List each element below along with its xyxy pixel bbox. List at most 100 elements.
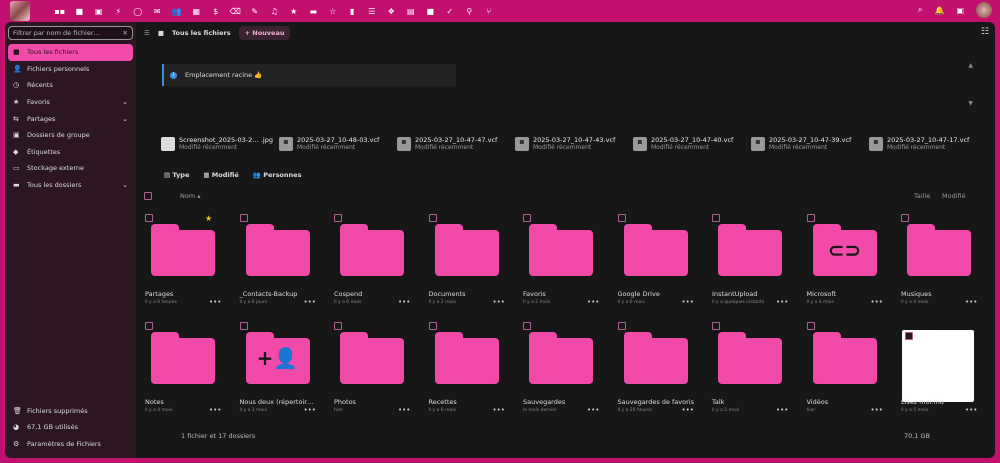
more-actions-icon[interactable]: ••• [965,406,977,414]
activity-icon[interactable]: ⚡ [109,7,129,16]
scroll-up-icon[interactable]: ▲ [968,62,973,69]
more-actions-icon[interactable]: ••• [587,298,599,306]
recent-file[interactable]: ▪ 2025-03-27_10-48-03.vcf Modifié récemmen… [279,136,397,151]
folder-tile[interactable]: Favoris Il y a 2 mois ••• [521,214,609,319]
select-checkbox[interactable] [905,332,913,340]
logo-avatar[interactable] [10,1,30,21]
new-button[interactable]: + Nouveau [238,26,291,40]
more-actions-icon[interactable]: ••• [776,406,788,414]
toggle-sidebar-icon[interactable]: ☰ [144,29,150,37]
notes-icon[interactable]: ✎ [245,7,265,16]
folder-tile[interactable]: Vidéos hier ••• [805,322,893,427]
sidebar-item[interactable]: ⚙ Paramètres de Fichiers [8,435,133,452]
folder-tile[interactable]: Recettes Il y a 6 mois ••• [427,322,515,427]
more-actions-icon[interactable]: ••• [871,298,883,306]
file-tile[interactable]: Lisez moi.md Il y a 5 mois ••• [899,322,987,427]
more-actions-icon[interactable]: ••• [209,406,221,414]
select-checkbox[interactable] [239,214,248,222]
folder-tile[interactable]: Sauvegardes le mois dernier ••• [521,322,609,427]
select-checkbox[interactable] [523,322,531,330]
rating-icon[interactable]: ☆ [323,7,343,16]
grid-view-icon[interactable]: ☷ [981,27,989,37]
folder-tile[interactable]: Sauvegardes de favoris Il y a 20 heures ••… [616,322,704,427]
forms-icon[interactable]: ▤ [401,7,421,16]
sidebar-item[interactable]: 👤 Fichiers personnels [8,61,133,78]
deck-icon[interactable]: ▬ [304,7,324,16]
select-all-checkbox[interactable] [144,192,152,200]
cleanup-icon[interactable]: ⌫ [226,7,246,16]
folder-tile[interactable]: Google Drive Il y a 6 mois ••• [616,214,704,319]
select-checkbox[interactable] [617,322,626,330]
more-actions-icon[interactable]: ••• [682,298,694,306]
select-checkbox[interactable] [239,322,248,330]
select-checkbox[interactable] [523,214,531,222]
analytics-icon[interactable]: ▮ [343,7,363,16]
recent-file[interactable]: ▪ 2025-03-27_10-47-43.vcf Modifié récemmen… [515,136,633,151]
folder-tile[interactable]: Notes Il y a 4 mois ••• [143,322,231,427]
recent-file[interactable]: ▪ 2025-03-27_10-47-47.vcf Modifié récemmen… [397,136,515,151]
more-actions-icon[interactable]: ••• [587,406,599,414]
chevron-down-icon[interactable]: ⌄ [122,115,128,123]
bookmarks-icon[interactable]: ❖ [382,7,402,16]
user-avatar[interactable] [976,2,992,18]
sidebar-item[interactable]: ▬ Tous les dossiers ⌄ [8,177,133,194]
bell-icon[interactable]: 🔔 [934,6,944,15]
folder-tile[interactable]: Musiques Il y a 4 mois ••• [899,214,987,319]
select-checkbox[interactable] [145,322,153,330]
select-checkbox[interactable] [334,322,342,330]
select-checkbox[interactable] [145,214,153,222]
talk-icon[interactable]: ◯ [128,7,148,16]
folder-tile[interactable]: Cospend Il y a 6 mois ••• [332,214,420,319]
files-icon[interactable]: ■ [70,7,90,16]
select-checkbox[interactable] [712,214,720,222]
calendar-icon[interactable]: ▦ [187,7,207,16]
sidebar-item[interactable]: ⇆ Partages ⌄ [8,110,133,127]
select-checkbox[interactable] [334,214,342,222]
sidebar-item[interactable]: ★ Favoris ⌄ [8,94,133,111]
cospend-icon[interactable]: $ [206,7,226,16]
contacts-menu-icon[interactable]: ▣ [956,6,964,15]
sort-modified[interactable]: Modifié [942,192,966,200]
folder-tile[interactable]: +👤 Nous deux (répertoir… Il y a 1 mois ••• [238,322,326,427]
search-icon[interactable]: ⌕ [918,5,922,15]
more-actions-icon[interactable]: ••• [209,298,221,306]
chevron-down-icon[interactable]: ⌄ [122,181,128,189]
filter-type[interactable]: ▤ Type [164,171,189,179]
folder-tile[interactable]: InstantUpload Il y a quelques instants ••• [710,214,798,319]
more-actions-icon[interactable]: ••• [965,298,977,306]
folder-tile[interactable]: ★ Partages Il y a 6 heures ••• [143,214,231,319]
more-actions-icon[interactable]: ••• [493,406,505,414]
video-icon[interactable]: ■ [421,7,441,16]
filter-input[interactable]: Filtrer par nom de fichier… ✕ [8,26,133,40]
select-checkbox[interactable] [428,322,437,330]
recent-file[interactable]: Screenshot_2025-03-2… .jpg Modifié récemm… [161,136,279,151]
more-actions-icon[interactable]: ••• [304,406,316,414]
sidebar-item[interactable]: ◷ Récents [8,77,133,94]
folder-tile[interactable]: ⊂⊃ Microsoft Il y a 4 mois ••• [805,214,893,319]
favorites-icon[interactable]: ★ [284,7,304,16]
more-actions-icon[interactable]: ••• [776,298,788,306]
select-checkbox[interactable] [806,322,815,330]
recent-file[interactable]: ▪ 2025-03-27_10-47-39.vcf Modifié récemmen… [751,136,869,151]
more-actions-icon[interactable]: ••• [871,406,883,414]
checklist-icon[interactable]: ✓ [440,7,460,16]
filter-modifié[interactable]: ▦ Modifié [203,171,238,179]
select-checkbox[interactable] [901,214,909,222]
sort-size[interactable]: Taille [914,192,930,200]
more-actions-icon[interactable]: ••• [304,298,316,306]
sidebar-item[interactable]: 🗑 Fichiers supprimés [8,402,133,419]
mail-icon[interactable]: ✉ [148,7,168,16]
maps-icon[interactable]: ⚲ [460,7,480,16]
more-actions-icon[interactable]: ••• [682,406,694,414]
folder-tile[interactable]: Photos hier ••• [332,322,420,427]
breadcrumb-root[interactable]: Tous les fichiers [172,29,231,37]
select-checkbox[interactable] [428,214,437,222]
clear-icon[interactable]: ✕ [123,29,128,37]
contacts-icon[interactable]: 👥 [167,7,187,16]
sidebar-item[interactable]: ▭ Stockage externe [8,160,133,177]
folder-tile[interactable]: _Contacts-Backup Il y a 6 jours ••• [238,214,326,319]
recent-file[interactable]: ▪ 2025-03-27_10-47-17.vcf Modifié récemmen… [869,136,987,151]
folder-tile[interactable]: Talk Il y a 5 mois ••• [710,322,798,427]
filter-personnes[interactable]: 👥 Personnes [253,171,302,179]
photos-icon[interactable]: ▣ [89,7,109,16]
